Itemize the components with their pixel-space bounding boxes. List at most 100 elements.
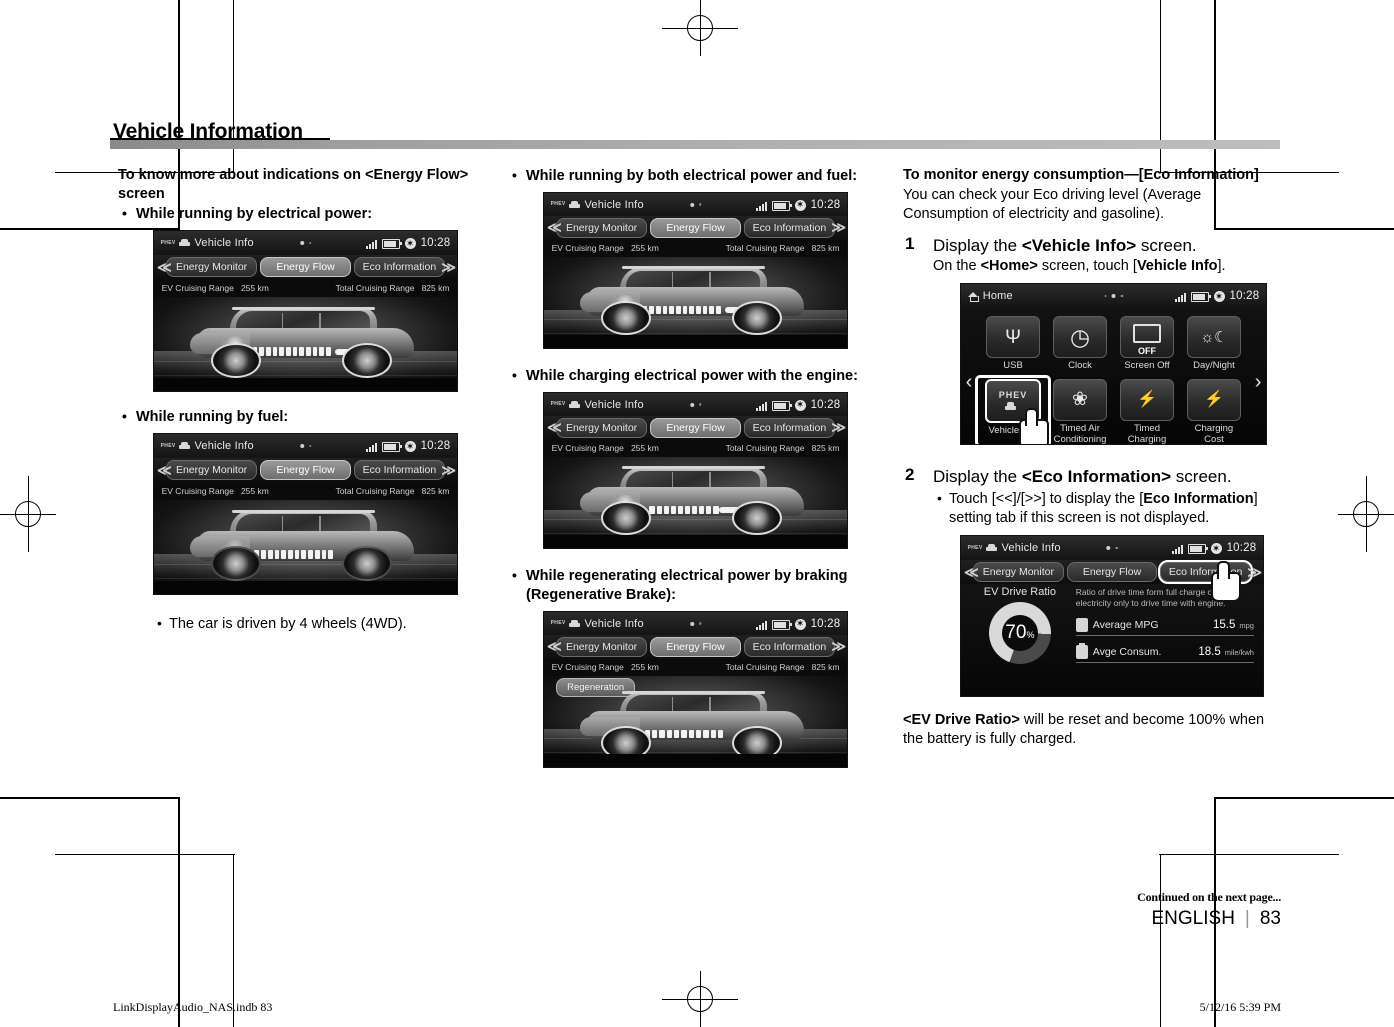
tab-energy-flow[interactable]: Energy Flow — [650, 417, 741, 438]
screenshot-energy-flow-both: PHEV Vehicle Info ✶ 10:28 ≪ Energy Monit… — [543, 192, 848, 349]
tab-energy-monitor[interactable]: Energy Monitor — [166, 257, 258, 277]
battery-icon — [771, 400, 792, 411]
tab-energy-monitor[interactable]: Energy Monitor — [556, 217, 648, 238]
home-prev-page-icon[interactable]: ‹ — [966, 371, 973, 394]
bluetooth-icon: ✶ — [1213, 291, 1225, 302]
ev-range: EV Cruising Range 255 km — [552, 662, 659, 672]
tab-eco-information[interactable]: Eco Information — [743, 636, 835, 657]
car-icon — [986, 544, 998, 552]
footer-language: ENGLISH — [1151, 908, 1235, 929]
print-date: 5/12/16 5:39 PM — [1199, 1000, 1281, 1014]
car-icon — [569, 619, 581, 628]
next-tab-icon[interactable]: ≫ — [831, 638, 846, 655]
page-dots — [1106, 546, 1118, 550]
home-item-timed-air-conditioning[interactable]: ❀ Timed Air Conditioning — [1051, 378, 1109, 444]
prev-tab-icon[interactable]: ≪ — [964, 564, 979, 581]
prev-tab-icon[interactable]: ≪ — [157, 259, 172, 276]
screen-off-text: OFF — [1137, 346, 1156, 357]
fuel-icon — [1075, 618, 1088, 633]
touch-hand-cursor — [1211, 561, 1241, 602]
tab-energy-flow[interactable]: Energy Flow — [260, 257, 351, 277]
print-file-name: LinkDisplayAudio_NAS.indb 83 — [113, 1000, 273, 1014]
total-range-label: Total Cruising Range — [725, 243, 805, 254]
tab-row: ≪ Energy Monitor Energy Flow Eco Informa… — [544, 416, 847, 440]
eco-row-label: Average MPG — [1092, 619, 1159, 632]
col3-closing: <EV Drive Ratio> will be reset and becom… — [903, 711, 1281, 749]
charging-cost-icon: ⚡ — [1186, 378, 1241, 421]
home-item-charging-cost[interactable]: ⚡ Charging Cost — [1185, 378, 1243, 444]
bluetooth-icon: ✶ — [794, 199, 806, 211]
clock-text: 10:28 — [810, 617, 841, 630]
car-icon — [569, 400, 581, 409]
tab-eco-information[interactable]: Eco Information — [353, 460, 445, 480]
phev-logo: PHEV — [967, 544, 983, 551]
home-item-label: Clock — [1068, 360, 1092, 372]
phev-logo: PHEV — [160, 442, 176, 449]
ev-range-label: EV Cruising Range — [161, 485, 234, 496]
col2-list-3: While regenerating electrical power by b… — [508, 566, 880, 605]
ev-range-label: EV Cruising Range — [551, 662, 624, 673]
page-dots — [689, 402, 702, 407]
home-next-page-icon[interactable]: › — [1255, 371, 1262, 394]
section-header: Vehicle Information — [110, 120, 1280, 149]
tab-eco-information[interactable]: Eco Information — [353, 257, 445, 277]
home-item-timed-charging[interactable]: ⚡ Timed Charging — [1118, 378, 1176, 444]
vehicle-illustration — [580, 266, 810, 336]
total-range: Total Cruising Range 825 km — [726, 662, 840, 672]
home-item-usb[interactable]: Ψ USB — [984, 316, 1042, 371]
phev-logo: PHEV — [550, 201, 566, 208]
next-tab-icon[interactable]: ≫ — [441, 259, 456, 276]
tab-energy-monitor[interactable]: Energy Monitor — [556, 417, 648, 438]
tab-eco-information[interactable]: Eco Information — [743, 217, 835, 238]
tab-energy-flow[interactable]: Energy Flow — [260, 460, 351, 480]
status-bar-left: PHEV Vehicle Info — [551, 618, 644, 630]
prev-tab-icon[interactable]: ≪ — [157, 462, 172, 479]
col1-list: While running by electrical power: — [118, 204, 490, 224]
ev-drive-ratio-ring: 70% — [988, 602, 1051, 665]
signal-icon — [755, 201, 767, 211]
next-tab-icon[interactable]: ≫ — [441, 462, 456, 479]
home-item-label: Screen Off — [1124, 360, 1170, 372]
tab-energy-monitor[interactable]: Energy Monitor — [166, 460, 258, 480]
ev-drive-ratio-gauge: EV Drive Ratio 70% — [970, 586, 1070, 665]
tab-energy-monitor[interactable]: Energy Monitor — [973, 562, 1064, 582]
battery-icon — [771, 619, 792, 630]
tab-energy-flow[interactable]: Energy Flow — [650, 217, 741, 238]
footer-divider: | — [1244, 908, 1250, 929]
range-row: EV Cruising Range 255 km Total Cruising … — [544, 658, 847, 676]
total-range-value: 825 km — [421, 282, 450, 293]
next-tab-icon[interactable]: ≫ — [1247, 564, 1262, 581]
screen-off-icon: OFF — [1119, 316, 1174, 359]
status-bar-left: PHEV Vehicle Info — [161, 237, 254, 249]
total-range: Total Cruising Range 825 km — [336, 486, 450, 496]
eco-row-value: 18.5 — [1198, 646, 1221, 659]
prev-tab-icon[interactable]: ≪ — [547, 219, 562, 236]
next-tab-icon[interactable]: ≫ — [831, 419, 846, 436]
tab-energy-flow[interactable]: Energy Flow — [650, 636, 741, 657]
tab-energy-flow[interactable]: Energy Flow — [1066, 562, 1158, 582]
clock-text: 10:28 — [810, 198, 841, 211]
screenshot-home: Home ✶ 10:28 ‹ › Ψ USB ◷ Clock OFF Scree… — [960, 283, 1267, 445]
total-range-value: 825 km — [811, 243, 840, 254]
tab-eco-information[interactable]: Eco Information — [743, 417, 835, 438]
home-item-day-night[interactable]: ☼☾ Day/Night — [1185, 316, 1243, 371]
phev-logo: PHEV — [160, 239, 176, 246]
prev-tab-icon[interactable]: ≪ — [547, 419, 562, 436]
signal-icon — [755, 620, 767, 630]
tab-energy-monitor[interactable]: Energy Monitor — [556, 636, 648, 657]
step-text-emphasis: <Eco Information> — [1021, 467, 1172, 486]
status-bar-right: ✶ 10:28 — [365, 440, 451, 452]
prev-tab-icon[interactable]: ≪ — [547, 638, 562, 655]
page-dots — [299, 241, 312, 245]
next-tab-icon[interactable]: ≫ — [831, 219, 846, 236]
status-bar-right: ✶ 10:28 — [1171, 542, 1257, 554]
day-night-icon: ☼☾ — [1186, 316, 1241, 359]
battery-icon — [1190, 292, 1211, 302]
home-item-screen-off[interactable]: OFF Screen Off — [1118, 316, 1176, 371]
battery-icon — [1187, 544, 1208, 554]
column-middle: While running by both electrical power a… — [508, 166, 880, 768]
home-grid: ‹ › Ψ USB ◷ Clock OFF Screen Off ☼☾ Day/… — [961, 308, 1266, 444]
col1-heading: To know more about indications on <Energ… — [118, 167, 469, 202]
status-bar: PHEV Vehicle Info ✶ 10:28 — [154, 434, 457, 458]
home-item-clock[interactable]: ◷ Clock — [1051, 316, 1109, 371]
